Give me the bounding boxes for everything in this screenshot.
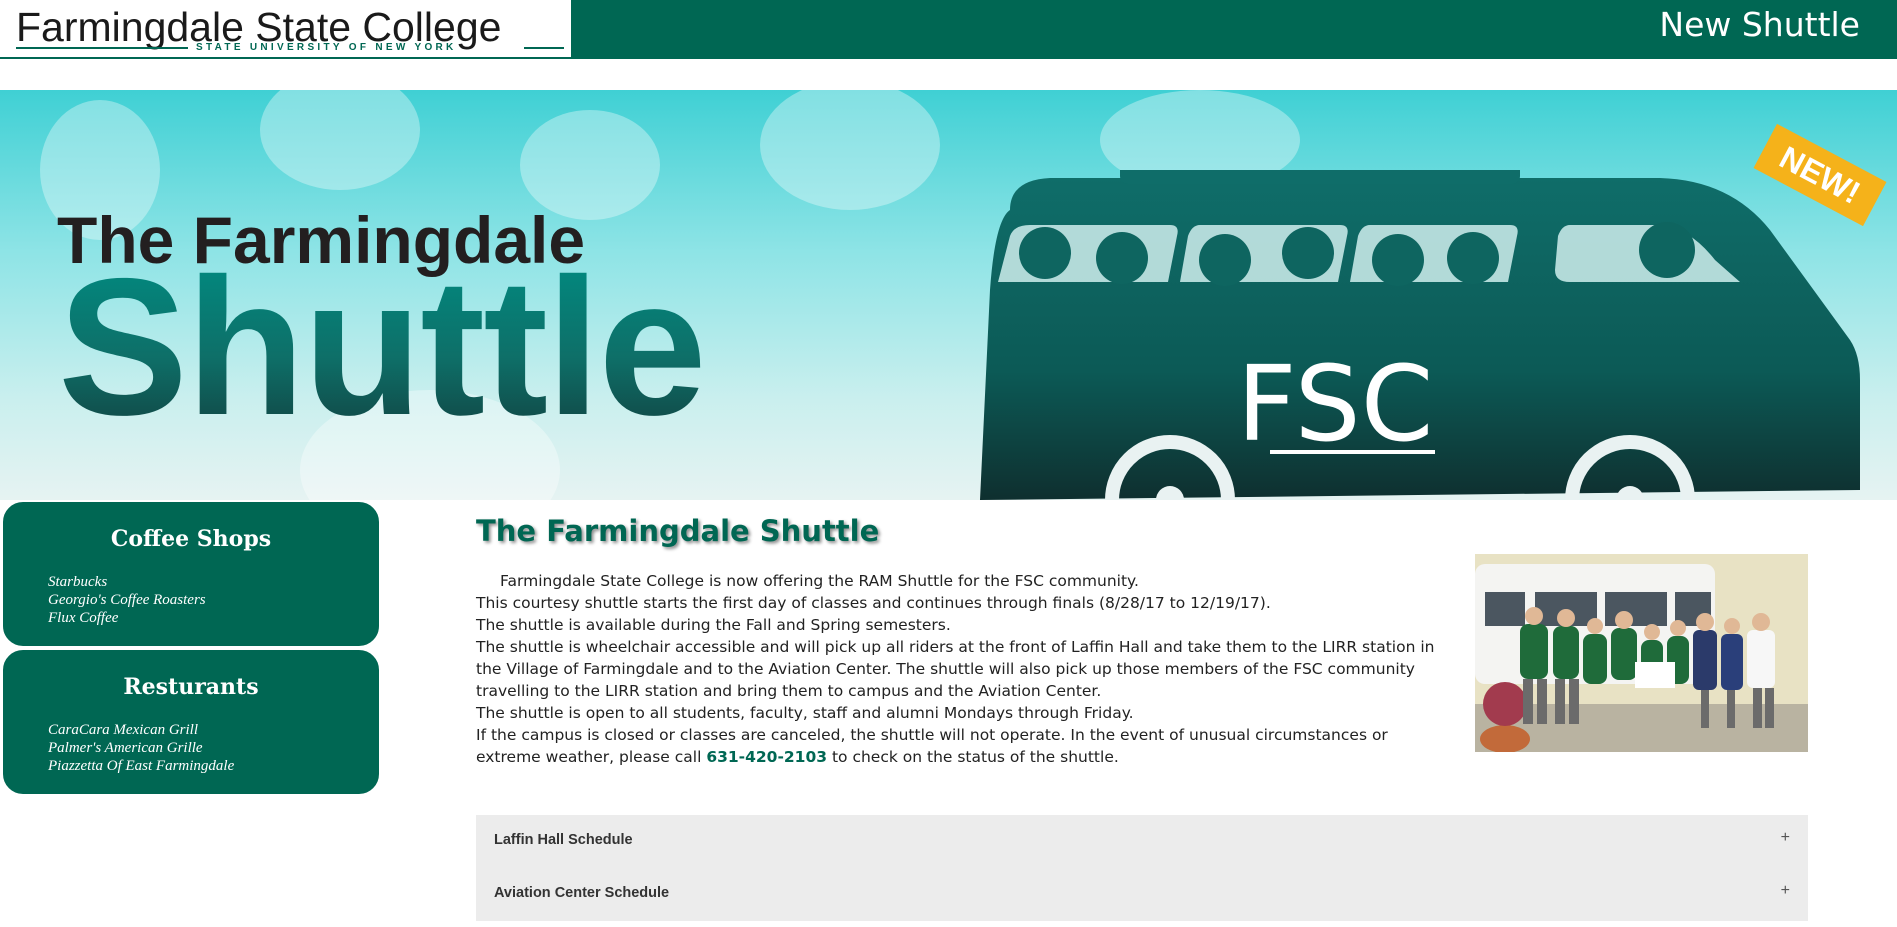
- paragraph-line: This courtesy shuttle starts the first d…: [476, 594, 1271, 612]
- list-item[interactable]: Starbucks: [48, 573, 206, 591]
- group-photo-image: [1475, 554, 1808, 752]
- logo-rule: [524, 47, 564, 49]
- accordion-laffin-hall[interactable]: Laffin Hall Schedule +: [476, 815, 1808, 868]
- coffee-shops-panel: Coffee Shops Starbucks Georgio's Coffee …: [1, 500, 381, 648]
- restaurants-list: CaraCara Mexican Grill Palmer's American…: [48, 721, 234, 775]
- list-item[interactable]: Piazzetta Of East Farmingdale: [48, 757, 234, 775]
- new-badge-icon: NEW!: [1753, 123, 1887, 227]
- coffee-shops-title: Coffee Shops: [110, 526, 272, 552]
- phone-link[interactable]: 631-420-2103: [706, 748, 827, 766]
- paragraph-line: The shuttle is wheelchair accessible and…: [476, 638, 1435, 656]
- banner-heading-large: Shuttle: [58, 238, 707, 456]
- hero-banner: The Farmingdale Shuttle FSC NEW!: [0, 90, 1897, 500]
- paragraph-line: Farmingdale State College is now offerin…: [500, 572, 1139, 590]
- shuttle-group-photo: [1475, 554, 1808, 752]
- crowd-photo-area: [260, 90, 420, 190]
- list-item[interactable]: Flux Coffee: [48, 609, 206, 627]
- list-item[interactable]: Georgio's Coffee Roasters: [48, 591, 206, 609]
- paragraph-line: extreme weather, please call 631-420-210…: [476, 746, 1406, 768]
- expand-icon[interactable]: +: [1781, 829, 1790, 847]
- coffee-shops-list: Starbucks Georgio's Coffee Roasters Flux…: [48, 573, 206, 627]
- restaurants-title: Resturants: [123, 674, 259, 700]
- bus-label: FSC: [1237, 343, 1434, 465]
- accordion-aviation-center[interactable]: Aviation Center Schedule +: [476, 868, 1808, 921]
- logo-subtitle: STATE UNIVERSITY OF NEW YORK: [196, 42, 457, 53]
- accordion-label[interactable]: Aviation Center Schedule: [494, 885, 669, 901]
- text-segment: extreme weather, please call: [476, 748, 707, 766]
- paragraph-line: The shuttle is open to all students, fac…: [476, 704, 1134, 722]
- text-segment: to check on the status of the shuttle.: [827, 748, 1119, 766]
- logo-rule: [16, 47, 188, 49]
- college-logo[interactable]: Farmingdale State College STATE UNIVERSI…: [0, 0, 571, 57]
- list-item[interactable]: Palmer's American Grille: [48, 739, 234, 757]
- accordion-label[interactable]: Laffin Hall Schedule: [494, 832, 633, 848]
- expand-icon[interactable]: +: [1781, 882, 1790, 900]
- page-title: New Shuttle: [1659, 5, 1860, 44]
- list-item[interactable]: CaraCara Mexican Grill: [48, 721, 234, 739]
- paragraph-line: The shuttle is available during the Fall…: [476, 616, 951, 634]
- shuttle-description: Farmingdale State College is now offerin…: [476, 570, 1435, 768]
- shuttle-bus-icon: FSC: [980, 170, 1860, 500]
- site-header: Farmingdale State College STATE UNIVERSI…: [0, 0, 1897, 59]
- paragraph-line: the Village of Farmingdale and to the Av…: [476, 660, 1415, 678]
- crowd-photo-area: [760, 90, 940, 210]
- restaurants-panel: Resturants CaraCara Mexican Grill Palmer…: [1, 648, 381, 796]
- paragraph-line: If the campus is closed or classes are c…: [476, 726, 1388, 744]
- paragraph-line: travelling to the LIRR station and bring…: [476, 682, 1102, 700]
- content-heading: The Farmingdale Shuttle: [476, 514, 880, 548]
